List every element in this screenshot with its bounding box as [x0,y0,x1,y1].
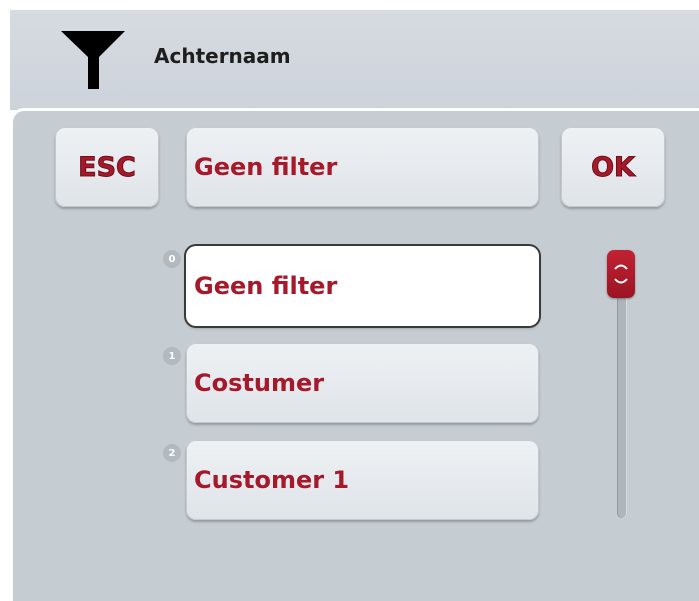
esc-button[interactable]: ESC [55,127,159,207]
scrollbar-thumb[interactable] [607,250,635,298]
esc-label: ESC [78,151,137,183]
ok-label: OK [591,151,636,183]
list-item[interactable]: Customer 1 [186,440,539,520]
list-item-label: Geen filter [194,272,338,300]
header-title: Achternaam [154,44,291,68]
filter-funnel-icon [61,31,125,89]
current-filter-field[interactable]: Geen filter [186,127,539,207]
header-bar: Achternaam [10,10,699,110]
list-item-label: Costumer [194,369,325,397]
drag-handle-icon [614,264,628,284]
list-item[interactable]: Costumer [186,343,539,423]
list-item-index: 1 [163,347,181,365]
list-item[interactable]: Geen filter [186,246,539,326]
list-item-label: Customer 1 [194,466,350,494]
list-item-index: 0 [163,250,181,268]
ok-button[interactable]: OK [561,127,665,207]
scrollbar-track[interactable] [617,270,627,518]
list-item-index: 2 [163,444,181,462]
current-filter-value: Geen filter [194,153,338,181]
